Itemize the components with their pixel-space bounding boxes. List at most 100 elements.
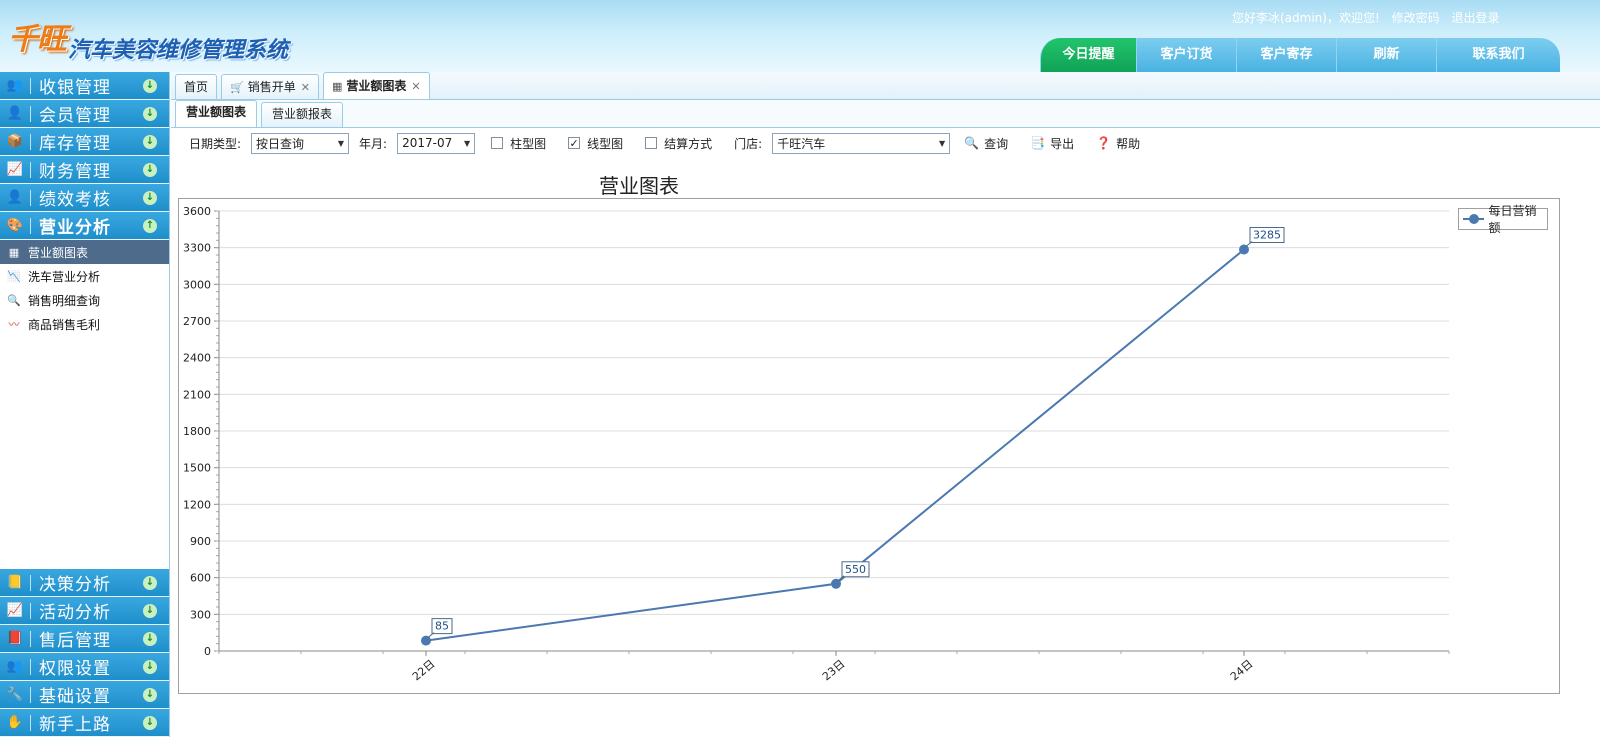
menu-label: 权限设置 <box>39 659 111 679</box>
search-icon: 🔍 <box>7 293 21 307</box>
aftersales-icon: 📕 <box>6 631 24 646</box>
chevron-down-icon: ▼ <box>463 138 471 148</box>
close-icon[interactable]: ✕ <box>301 76 310 99</box>
data-point <box>1239 244 1249 255</box>
menu-cashier[interactable]: 👥 收银管理 ↓ <box>0 72 169 100</box>
query-button[interactable]: 🔍 查询 <box>964 135 1008 152</box>
finance-icon: 📈 <box>6 162 24 177</box>
change-password-link[interactable]: 修改密码 <box>1392 11 1440 25</box>
y-tick-label: 3600 <box>183 205 211 218</box>
data-label-leader <box>1245 241 1253 247</box>
year-month-value: 2017-07 <box>402 136 453 150</box>
menu-activity[interactable]: 📈 活动分析 ↓ <box>0 597 169 625</box>
activity-icon: 📈 <box>6 603 24 618</box>
bar-chart-label: 柱型图 <box>510 136 547 151</box>
menu-settings[interactable]: 🔧 基础设置 ↓ <box>0 681 169 709</box>
subtab-revenue-report[interactable]: 营业额报表 <box>261 102 344 127</box>
y-tick-label: 2700 <box>183 315 211 328</box>
menu-inventory[interactable]: 📦 库存管理 ↓ <box>0 128 169 156</box>
data-label: 85 <box>435 620 449 633</box>
tab-sales-order[interactable]: 🛒 销售开单 ✕ <box>221 74 319 99</box>
greeting-text: 您好李冰(admin)，欢迎您! <box>1232 11 1380 25</box>
logout-link[interactable]: 退出登录 <box>1451 11 1499 25</box>
menu-member[interactable]: 👤 会员管理 ↓ <box>0 100 169 128</box>
export-button[interactable]: 📑 导出 <box>1030 135 1074 152</box>
nav-tab-customer-deposit[interactable]: 客户寄存 <box>1236 38 1336 72</box>
settlement-checkbox[interactable] <box>645 137 658 149</box>
menu-business-analysis[interactable]: 🎨 营业分析 ↑ <box>0 212 169 240</box>
sub-item-label: 营业额图表 <box>28 245 89 260</box>
sub-item-carwash-analysis[interactable]: 📉 洗车营业分析 <box>0 264 169 288</box>
sub-tabbar: 营业额图表 营业额报表 <box>171 100 1600 128</box>
store-label: 门店: <box>734 136 763 151</box>
x-tick-label: 24日 <box>1228 657 1256 683</box>
filter-toolbar: 日期类型: 按日查询 ▼ 年月: 2017-07 ▼ 柱型图 ✓ 线型图 结算方… <box>171 128 1600 158</box>
guide-icon: ✋ <box>6 715 24 730</box>
analysis-icon: 🎨 <box>6 218 24 233</box>
export-label: 导出 <box>1050 136 1075 151</box>
expand-arrow-icon: ↓ <box>143 135 157 149</box>
x-tick-label: 22日 <box>410 657 438 683</box>
menu-decision[interactable]: 📒 决策分析 ↓ <box>0 569 169 597</box>
chart-title: 营业图表 <box>599 174 679 198</box>
sub-item-revenue-chart[interactable]: ▦ 营业额图表 <box>0 240 169 264</box>
y-tick-label: 3300 <box>183 242 211 255</box>
expand-arrow-icon: ↓ <box>143 688 157 702</box>
table-icon: ▦ <box>8 245 20 259</box>
menu-label: 库存管理 <box>39 134 111 154</box>
inventory-icon: 📦 <box>6 134 24 149</box>
y-tick-label: 3000 <box>183 278 211 291</box>
expand-arrow-icon: ↓ <box>143 716 157 730</box>
subtab-revenue-chart[interactable]: 营业额图表 <box>175 100 258 127</box>
menu-finance[interactable]: 📈 财务管理 ↓ <box>0 156 169 184</box>
store-value: 千旺汽车 <box>777 136 826 151</box>
tab-label: 营业额图表 <box>346 78 407 93</box>
nav-tab-refresh[interactable]: 刷新 <box>1336 38 1436 72</box>
y-tick-label: 600 <box>190 572 211 585</box>
search-icon: 🔍 <box>964 136 980 150</box>
menu-performance[interactable]: 👤 绩效考核 ↓ <box>0 184 169 212</box>
cart-icon: 🛒 <box>230 80 244 94</box>
decision-icon: 📒 <box>6 575 24 590</box>
settlement-label: 结算方式 <box>664 136 713 151</box>
nav-tab-today-reminder[interactable]: 今日提醒 <box>1040 38 1136 72</box>
tab-home[interactable]: 首页 <box>175 74 218 99</box>
line-chart-label: 线型图 <box>587 136 624 151</box>
help-button[interactable]: ❓ 帮助 <box>1096 135 1140 152</box>
sub-item-gross-profit[interactable]: 〰 商品销售毛利 <box>0 312 169 336</box>
data-point <box>421 635 431 646</box>
data-point <box>831 578 841 589</box>
chart-legend[interactable]: 每日营销额 <box>1458 204 1548 235</box>
menu-label: 基础设置 <box>39 687 111 707</box>
tab-revenue-chart[interactable]: ▦ 营业额图表 ✕ <box>322 72 430 99</box>
expand-arrow-icon: ↓ <box>143 79 157 93</box>
bottom-menus: 📒 决策分析 ↓ 📈 活动分析 ↓ 📕 售后管理 ↓ 👥 权限设置 ↓ 🔧 基础… <box>0 569 169 737</box>
close-icon[interactable]: ✕ <box>411 75 420 98</box>
menu-aftersales[interactable]: 📕 售后管理 ↓ <box>0 625 169 653</box>
help-icon: ❓ <box>1096 136 1112 150</box>
y-tick-label: 1500 <box>183 462 211 475</box>
table-icon: ▦ <box>331 79 343 93</box>
date-type-select[interactable]: 按日查询 ▼ <box>251 132 350 154</box>
legend-marker <box>1463 214 1485 224</box>
expand-arrow-icon: ↓ <box>143 163 157 177</box>
nav-tab-contact-us[interactable]: 联系我们 <box>1436 38 1560 72</box>
menu-guide[interactable]: ✋ 新手上路 ↓ <box>0 709 169 737</box>
chevron-down-icon: ▼ <box>337 138 345 148</box>
line-chart-checkbox[interactable]: ✓ <box>568 137 581 150</box>
store-select[interactable]: 千旺汽车 ▼ <box>772 132 951 154</box>
year-month-select[interactable]: 2017-07 ▼ <box>397 132 476 154</box>
sub-item-sales-detail[interactable]: 🔍 销售明细查询 <box>0 288 169 312</box>
expand-arrow-icon: ↓ <box>143 191 157 205</box>
nav-tab-customer-order[interactable]: 客户订货 <box>1136 38 1236 72</box>
expand-arrow-icon: ↓ <box>143 107 157 121</box>
member-icon: 👤 <box>6 106 24 121</box>
query-label: 查询 <box>984 136 1009 151</box>
y-tick-label: 0 <box>204 645 211 658</box>
expand-arrow-icon: ↓ <box>143 576 157 590</box>
app-header: 千旺 汽车美容维修管理系统 您好李冰(admin)，欢迎您! 修改密码 退出登录… <box>0 0 1600 72</box>
data-label: 550 <box>845 563 866 576</box>
top-links: 您好李冰(admin)，欢迎您! 修改密码 退出登录 <box>1232 9 1507 26</box>
menu-permission[interactable]: 👥 权限设置 ↓ <box>0 653 169 681</box>
bar-chart-checkbox[interactable] <box>491 137 504 149</box>
